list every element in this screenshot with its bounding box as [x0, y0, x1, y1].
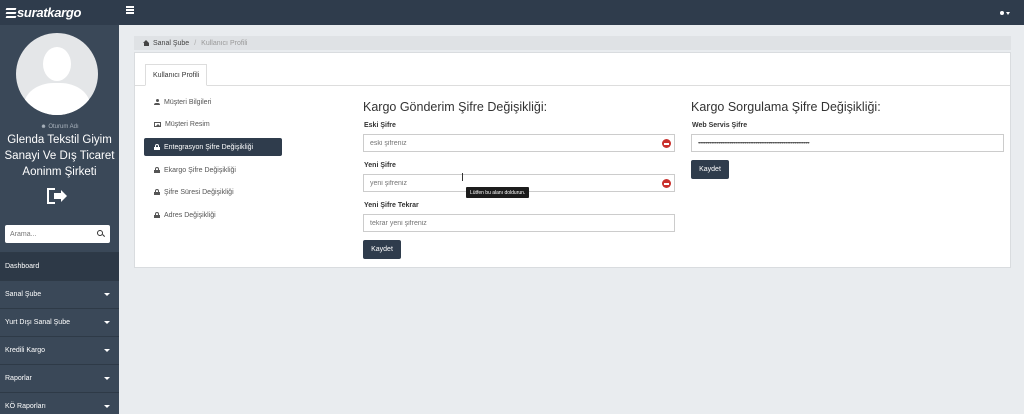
breadcrumb-current: Kullanıcı Profili	[201, 39, 248, 47]
sidebar-item-raporlar[interactable]: Raporlar	[0, 364, 119, 392]
avatar	[16, 33, 98, 115]
top-bar: suratkargo	[0, 0, 1024, 25]
user-icon	[1000, 11, 1004, 15]
web-service-password-label: Web Servis Şifre	[692, 122, 748, 129]
user-icon: ☻	[40, 124, 47, 130]
breadcrumb-separator: /	[194, 39, 197, 47]
breadcrumb: Sanal Şube / Kullanıcı Profili	[134, 36, 1011, 50]
repeat-password-field	[363, 214, 675, 232]
menu-item-password-duration[interactable]: Şifre Süresi Değişikliği	[144, 183, 282, 201]
sidebar-item-sanal-sube[interactable]: Sanal Şube	[0, 280, 119, 308]
text-cursor-icon	[462, 173, 465, 181]
sidebar-item-ko-raporlari[interactable]: KÖ Raporları	[0, 392, 119, 414]
lock-icon	[154, 144, 160, 150]
old-password-input[interactable]	[364, 135, 674, 151]
old-password-field	[363, 134, 675, 152]
shipment-save-button[interactable]: Kaydet	[363, 240, 401, 259]
user-name: Glenda Tekstil Giyim Sanayi Ve Dış Ticar…	[4, 134, 115, 178]
sidebar-item-kredili-kargo[interactable]: Kredili Kargo	[0, 336, 119, 364]
caret-down-icon	[104, 377, 110, 380]
brand-name: suratkargo	[17, 5, 82, 20]
validation-tooltip: Lütfen bu alanı doldurun.	[466, 187, 530, 198]
lock-icon	[154, 212, 160, 218]
web-service-password-value: ••••••••••••••••••••••••••••••••••••••••…	[698, 142, 810, 146]
repeat-password-label: Yeni Şifre Tekrar	[364, 202, 419, 209]
user-icon	[154, 99, 160, 105]
query-password-title: Kargo Sorgulama Şifre Değişikliği:	[691, 100, 881, 114]
tab-divider	[135, 85, 1010, 86]
hamburger-menu-icon[interactable]	[126, 6, 134, 14]
key-icon[interactable]	[662, 139, 671, 148]
web-service-password-field[interactable]: ••••••••••••••••••••••••••••••••••••••••…	[691, 134, 1004, 152]
sidebar-item-dashboard[interactable]: Dashboard	[0, 252, 119, 280]
user-menu-button[interactable]	[1000, 8, 1014, 18]
repeat-password-input[interactable]	[364, 215, 674, 231]
logout-icon[interactable]	[47, 188, 67, 204]
shipment-password-title: Kargo Gönderim Şifre Değişikliği:	[363, 100, 548, 114]
tab-user-profile[interactable]: Kullanıcı Profili	[145, 64, 208, 86]
search-icon[interactable]	[97, 230, 103, 236]
breadcrumb-root[interactable]: Sanal Şube	[153, 40, 189, 47]
user-label: ☻ Oturum Adı	[40, 124, 79, 130]
profile-panel: Kullanıcı Profili Müşteri Bilgileri Müşt…	[134, 52, 1011, 268]
menu-item-address-change[interactable]: Adres Değişikliği	[144, 206, 282, 224]
caret-down-icon	[104, 349, 110, 352]
caret-down-icon	[104, 293, 110, 296]
brand-logo[interactable]: suratkargo	[5, 4, 82, 21]
caret-down-icon	[104, 321, 110, 324]
key-icon[interactable]	[662, 179, 671, 188]
search-input[interactable]	[5, 225, 91, 243]
sidebar: ☻ Oturum Adı Glenda Tekstil Giyim Sanayi…	[0, 25, 119, 414]
menu-item-customer-image[interactable]: Müşteri Resim	[144, 115, 282, 133]
home-icon	[143, 40, 150, 46]
menu-item-integration-password[interactable]: Entegrasyon Şifre Değişikliği	[144, 138, 282, 156]
menu-item-customer-info[interactable]: Müşteri Bilgileri	[144, 93, 282, 111]
menu-item-ekargo-password[interactable]: Ekargo Şifre Değişikliği	[144, 161, 282, 179]
logo-icon	[5, 6, 17, 20]
image-icon	[154, 121, 161, 127]
lock-icon	[154, 189, 160, 195]
caret-down-icon	[104, 405, 110, 408]
query-save-button[interactable]: Kaydet	[691, 160, 729, 179]
sidebar-search	[5, 225, 110, 243]
old-password-label: Eski Şifre	[364, 122, 396, 129]
lock-icon	[154, 167, 160, 173]
new-password-label: Yeni Şifre	[364, 162, 396, 169]
caret-down-icon	[1006, 11, 1010, 15]
sidebar-item-yurt-disi[interactable]: Yurt Dışı Sanal Şube	[0, 308, 119, 336]
